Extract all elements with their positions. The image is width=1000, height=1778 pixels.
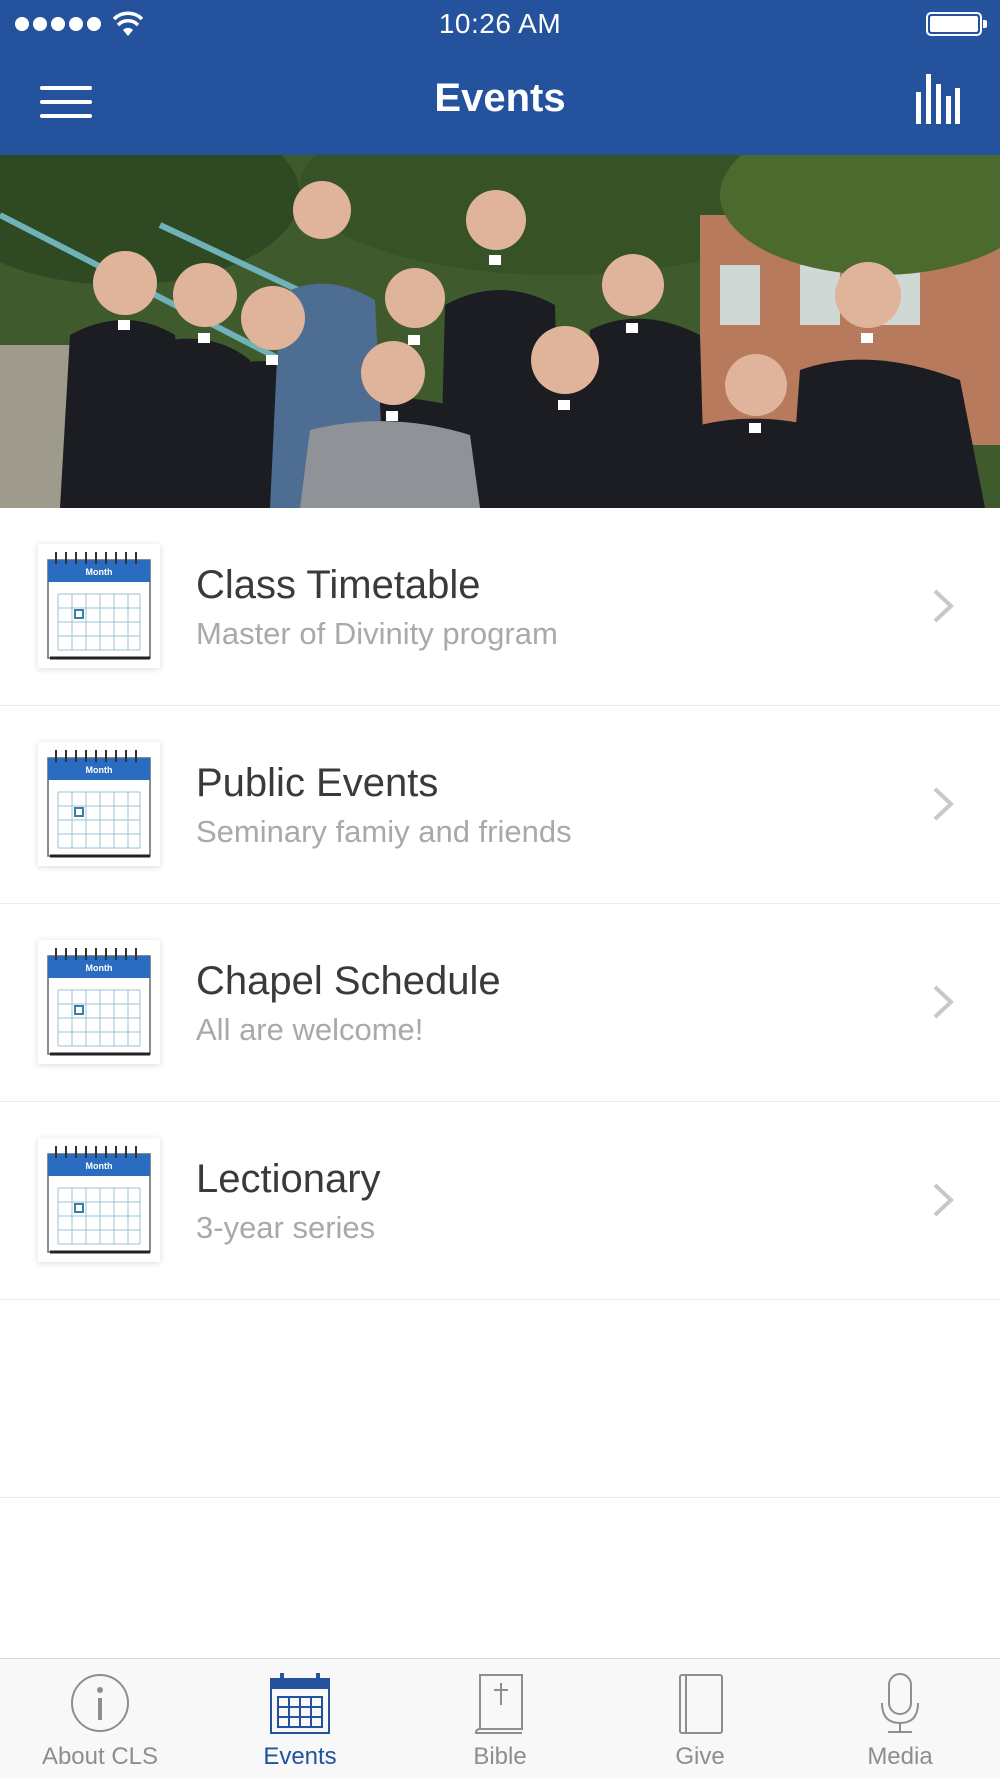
calendar-icon: Month	[38, 940, 160, 1064]
chevron-right-icon	[933, 787, 954, 821]
calendar-icon: Month	[38, 1138, 160, 1262]
event-subtitle: Seminary famiy and friends	[196, 814, 572, 849]
tab-label: Media	[867, 1743, 933, 1770]
calendar-icon	[270, 1673, 330, 1734]
tab-about-cls[interactable]: About CLS	[0, 1659, 200, 1778]
chevron-right-icon	[933, 589, 954, 623]
tab-label: Bible	[473, 1743, 527, 1770]
event-subtitle: All are welcome!	[196, 1012, 424, 1047]
top-bar: 10:26 AM Events	[0, 0, 1000, 155]
event-title: Lectionary	[196, 1157, 381, 1201]
event-title: Public Events	[196, 761, 439, 805]
tab-bar: About CLS Events Bible Give Media	[0, 1658, 1000, 1778]
info-icon	[71, 1674, 129, 1732]
group-photo-image	[0, 155, 1000, 508]
empty-list-row	[0, 1300, 1000, 1498]
book-icon	[679, 1674, 723, 1734]
calendar-month-label: Month	[86, 567, 113, 577]
chevron-right-icon	[933, 985, 954, 1019]
status-time: 10:26 AM	[438, 8, 562, 39]
tab-media[interactable]: Media	[800, 1659, 1000, 1778]
hero-photo	[0, 155, 1000, 508]
calendar-icon: Month	[38, 742, 160, 866]
status-bar: 10:26 AM	[0, 0, 1000, 50]
chevron-right-icon	[933, 1183, 954, 1217]
list-item-lectionary[interactable]: Month Lectionary 3-year series	[0, 1102, 1000, 1300]
tab-bible[interactable]: Bible	[400, 1659, 600, 1778]
calendar-month-label: Month	[86, 765, 113, 775]
list-item-class-timetable[interactable]: Month Class Timetable Master of Divinity…	[0, 508, 1000, 706]
event-subtitle: Master of Divinity program	[196, 616, 558, 651]
battery-icon	[926, 12, 987, 36]
microphone-icon	[881, 1673, 919, 1733]
calendar-month-label: Month	[86, 963, 113, 973]
bible-icon	[474, 1674, 523, 1734]
page-title: Events	[434, 76, 566, 120]
tab-give[interactable]: Give	[600, 1659, 800, 1778]
tab-events[interactable]: Events	[200, 1659, 400, 1778]
tab-label: Give	[675, 1743, 725, 1770]
tab-label: Events	[263, 1743, 337, 1770]
calendar-icon: Month	[38, 544, 160, 668]
event-title: Class Timetable	[196, 563, 481, 607]
list-item-chapel-schedule[interactable]: Month Chapel Schedule All are welcome!	[0, 904, 1000, 1102]
events-list: Month Class Timetable Master of Divinity…	[0, 508, 1000, 1498]
tab-label: About CLS	[41, 1743, 159, 1770]
event-subtitle: 3-year series	[196, 1210, 376, 1245]
bar-chart-icon[interactable]	[914, 74, 960, 124]
calendar-month-label: Month	[86, 1161, 113, 1171]
event-title: Chapel Schedule	[196, 959, 501, 1003]
list-item-public-events[interactable]: Month Public Events Seminary famiy and f…	[0, 706, 1000, 904]
